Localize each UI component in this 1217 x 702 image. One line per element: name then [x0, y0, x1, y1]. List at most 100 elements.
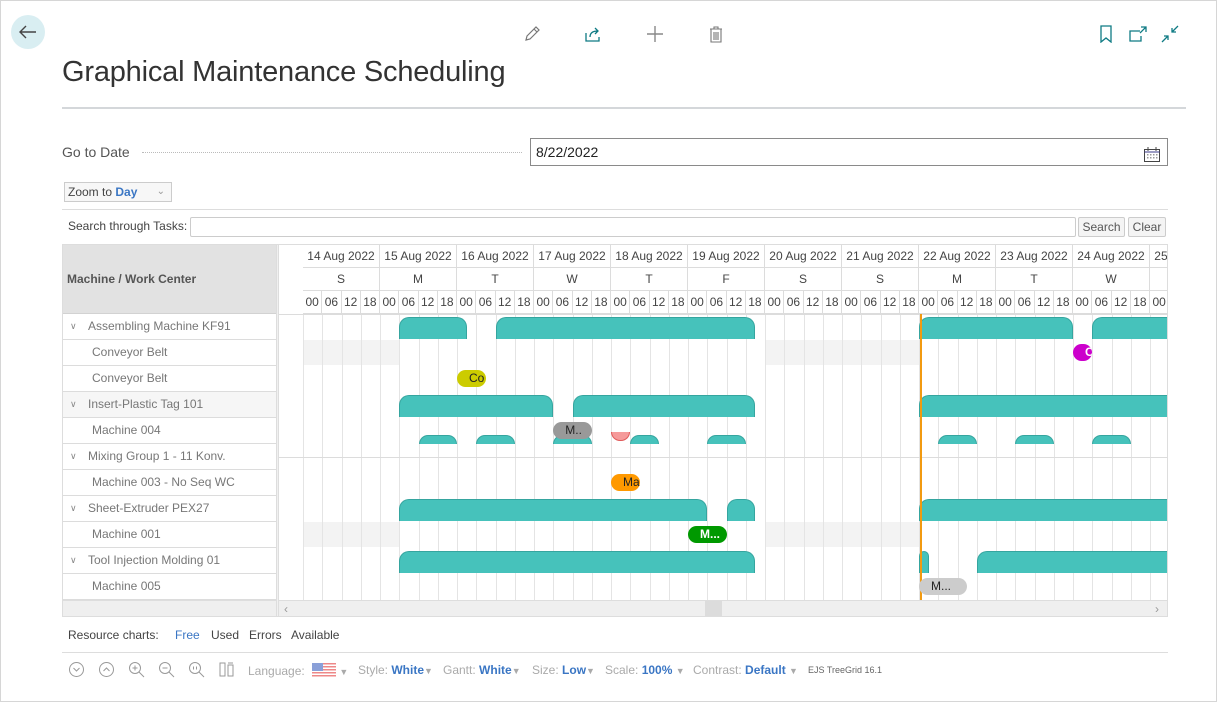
share-button[interactable] [581, 22, 605, 46]
availability-bar[interactable] [399, 395, 554, 417]
weekday-header: W [1073, 268, 1150, 291]
task-bar[interactable]: M... [919, 578, 968, 595]
search-input[interactable] [190, 217, 1076, 237]
resource-chart-errors[interactable]: Errors [249, 628, 282, 642]
availability-bar[interactable] [418, 435, 457, 444]
weekday-header: S [842, 268, 919, 291]
scrollbar-thumb[interactable] [705, 601, 722, 616]
availability-bar[interactable] [476, 435, 515, 444]
search-button[interactable]: Search [1078, 217, 1125, 237]
availability-bar[interactable] [919, 317, 1073, 339]
availability-bar[interactable] [919, 395, 1167, 417]
availability-bar[interactable] [399, 551, 756, 573]
resource-name: Conveyor Belt [92, 371, 168, 385]
scale-label: Scale: [605, 663, 639, 677]
chevron-down-icon[interactable]: ∨ [70, 314, 77, 339]
goto-date-input[interactable]: 8/22/2022 [530, 138, 1168, 166]
resource-group-row[interactable]: ∨ Mixing Group 1 - 11 Konv. [63, 444, 276, 470]
collapse-button[interactable] [1158, 22, 1182, 46]
edit-button[interactable] [520, 22, 544, 46]
resource-group-row[interactable]: ∨ Insert-Plastic Tag 101 [63, 392, 276, 418]
hour-header: 00 [380, 291, 400, 314]
scale-value: 100% [641, 663, 673, 677]
scroll-left-icon[interactable]: ‹ [284, 602, 288, 616]
availability-bar[interactable] [976, 551, 1167, 573]
style-value: White [391, 663, 425, 677]
resource-row[interactable]: Machine 003 - No Seq WC [63, 470, 276, 496]
availability-bar[interactable] [399, 499, 708, 521]
availability-bar[interactable] [1015, 435, 1054, 444]
resource-row[interactable]: Conveyor Belt [63, 340, 276, 366]
task-bar[interactable]: Co [457, 370, 486, 387]
contrast-selector[interactable]: Contrast: Default ▼ [693, 663, 798, 677]
clear-button[interactable]: Clear [1128, 217, 1166, 237]
chevron-down-icon[interactable]: ∨ [70, 392, 77, 417]
arrow-left-icon [19, 25, 36, 39]
hour-header: 12 [1111, 291, 1131, 314]
task-bar[interactable]: M... [688, 526, 727, 543]
expand-all-icon[interactable] [68, 661, 85, 678]
style-selector[interactable]: Style: White▼ [358, 663, 433, 677]
availability-bar[interactable] [726, 499, 756, 521]
resource-chart-used[interactable]: Used [211, 628, 239, 642]
zoom-in-icon[interactable] [128, 661, 145, 678]
hour-header: 06 [1092, 291, 1112, 314]
availability-bar[interactable] [938, 435, 977, 444]
zoom-out-icon[interactable] [158, 661, 175, 678]
resource-row[interactable]: Machine 005 [63, 574, 276, 600]
chevron-down-icon[interactable]: ∨ [70, 444, 77, 469]
resource-group-row[interactable]: ∨ Assembling Machine KF91 [63, 314, 276, 340]
zoom-fit-icon[interactable] [188, 661, 205, 678]
hour-header: 18 [976, 291, 996, 314]
availability-bar[interactable] [1092, 435, 1131, 444]
new-button[interactable] [643, 22, 667, 46]
availability-bar[interactable] [572, 395, 756, 417]
availability-bar[interactable] [495, 317, 756, 339]
chevron-down-icon[interactable]: ∨ [70, 496, 77, 521]
conflict-marker[interactable] [611, 432, 630, 441]
back-button[interactable] [11, 15, 45, 49]
bookmark-icon [1100, 25, 1112, 43]
language-selector[interactable]: Language: ▼ [248, 663, 348, 678]
date-header: 14 Aug 2022 [303, 245, 380, 268]
resource-chart-available[interactable]: Available [291, 628, 339, 642]
delete-button[interactable] [704, 22, 728, 46]
columns-icon[interactable] [218, 661, 235, 678]
availability-bar[interactable] [630, 435, 660, 444]
availability-bar[interactable] [919, 499, 1167, 521]
horizontal-scrollbar[interactable]: ‹ › [279, 600, 1167, 616]
task-bar[interactable]: C [1073, 344, 1093, 361]
task-bar[interactable]: Ma [611, 474, 640, 491]
hour-header: 18 [591, 291, 611, 314]
availability-bar[interactable] [399, 317, 467, 339]
resource-row[interactable]: Conveyor Belt [63, 366, 276, 392]
hour-header: 06 [707, 291, 727, 314]
hour-header: 12 [726, 291, 746, 314]
open-new-window-button[interactable] [1126, 22, 1150, 46]
chevron-down-icon[interactable]: ∨ [70, 548, 77, 573]
hour-header: 00 [919, 291, 939, 314]
resource-group-row[interactable]: ∨ Tool Injection Molding 01 [63, 548, 276, 574]
date-header: 24 Aug 2022 [1073, 245, 1150, 268]
date-header: 15 Aug 2022 [380, 245, 457, 268]
goto-date-value: 8/22/2022 [536, 144, 599, 160]
resource-group-row[interactable]: ∨ Sheet-Extruder PEX27 [63, 496, 276, 522]
weekday-header: S [303, 268, 380, 291]
resource-chart-free[interactable]: Free [175, 628, 200, 642]
bookmark-button[interactable] [1094, 22, 1118, 46]
collapse-all-icon[interactable] [98, 661, 115, 678]
gantt-selector[interactable]: Gantt: White▼ [443, 663, 521, 677]
resource-row[interactable]: Machine 001 [63, 522, 276, 548]
calendar-icon[interactable] [1144, 144, 1160, 162]
zoom-select[interactable]: Zoom to Day ⌄ [64, 182, 172, 202]
hour-header: 06 [322, 291, 342, 314]
column-header[interactable]: Machine / Work Center [63, 245, 276, 314]
scale-selector[interactable]: Scale: 100% ▼ [605, 663, 685, 677]
gantt-grid: Machine / Work Center ∨ Assembling Machin… [62, 244, 1168, 617]
availability-bar[interactable] [1092, 317, 1167, 339]
resource-row[interactable]: Machine 004 [63, 418, 276, 444]
scroll-right-icon[interactable]: › [1155, 602, 1159, 616]
task-bar[interactable]: M.. [553, 422, 592, 439]
size-selector[interactable]: Size: Low▼ [532, 663, 595, 677]
availability-bar[interactable] [707, 435, 746, 444]
